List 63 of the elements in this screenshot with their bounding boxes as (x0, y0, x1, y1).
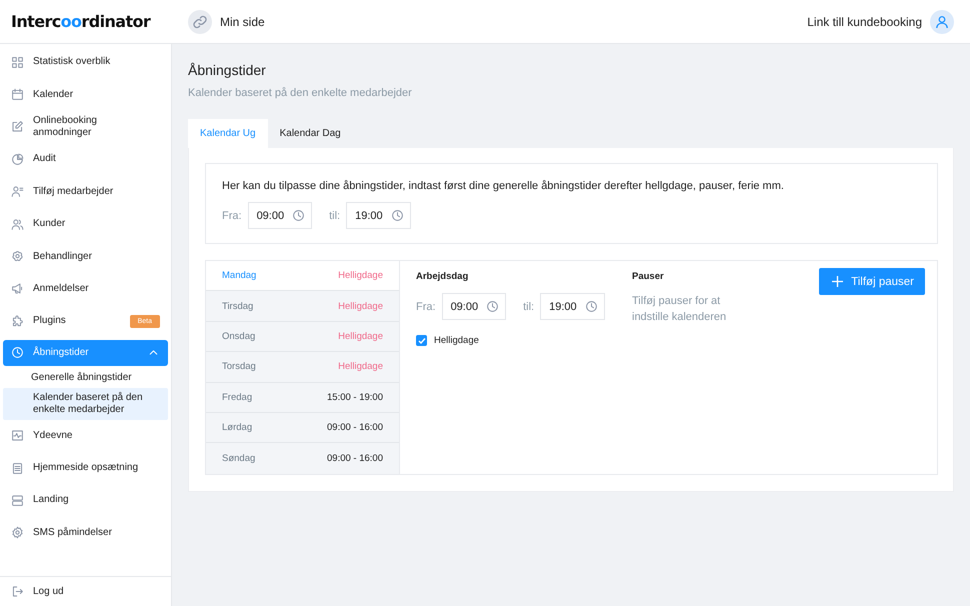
puzzle-icon (11, 314, 24, 328)
sidebar-item[interactable]: Hjemmeside opsætning (0, 452, 168, 484)
logout-icon (11, 585, 24, 598)
clock-icon (584, 300, 598, 313)
sidebar-item[interactable]: Kalender (0, 78, 168, 111)
settings-icon (11, 526, 24, 540)
page-subtitle: Kalender baseret på den enkelte medarbejder (188, 87, 413, 99)
time-field[interactable]: 09:00 (248, 202, 312, 229)
day-row[interactable]: Lørdag 09:00 - 16:00 (206, 412, 399, 444)
day-row[interactable]: Torsdag Helligdage (206, 352, 399, 383)
sidebar-item[interactable]: Audit (0, 143, 168, 176)
day-row[interactable]: Onsdag Helligdage (206, 322, 399, 352)
dashboard-icon (11, 56, 24, 69)
user-avatar-icon[interactable] (930, 10, 954, 34)
booking-link[interactable]: Link till kundebooking (807, 14, 922, 28)
sidebar-item[interactable]: Tilføj medarbejder (0, 176, 168, 208)
day-row[interactable]: Fredag 15:00 - 19:00 (206, 382, 399, 413)
day-row[interactable]: Tirsdag Helligdage (206, 291, 399, 322)
sidebar-item[interactable]: Kunder (0, 208, 168, 240)
server-icon (11, 494, 24, 507)
sidebar-item[interactable]: Anmeldelser (0, 272, 168, 306)
clock-icon (292, 209, 306, 222)
edit-icon (11, 120, 24, 134)
logout-item[interactable]: Log ud (0, 576, 171, 606)
page-link[interactable]: Min side (220, 14, 265, 28)
page-title: Åbningstider (188, 62, 267, 78)
logo[interactable]: Intercoordinator (11, 12, 150, 31)
intro-text: Her kan du tilpasse dine åbningstider, indtast først dine generelle åbningstider derefter hellgdage, pauser, ferie mm. (222, 180, 785, 192)
document-icon (11, 462, 24, 475)
activity-chart-icon (11, 429, 24, 442)
users-icon (11, 218, 24, 231)
tab[interactable]: Kalendar Dag (268, 119, 353, 148)
pie-chart-icon (11, 152, 24, 166)
day-row[interactable]: Søndag 09:00 - 16:00 (206, 443, 399, 474)
megaphone-icon (11, 282, 24, 296)
breaks-title: Pauser (632, 271, 665, 282)
from-label: Fra: (416, 300, 436, 312)
from-label: Fra: (222, 210, 242, 222)
flower-icon (11, 250, 24, 264)
to-label: til: (329, 210, 340, 222)
workday-title: Arbejdsdag (416, 271, 470, 282)
sidebar-item[interactable]: Behandlinger (0, 240, 168, 273)
submenu-item[interactable]: Kalender baseret på den enkelte medarbejder (3, 388, 168, 420)
link-icon[interactable] (188, 10, 212, 34)
clock-icon (390, 209, 404, 222)
calendar-icon (11, 88, 24, 102)
to-label: til: (523, 300, 534, 312)
checkbox[interactable] (416, 335, 427, 346)
breaks-empty-text: Tilføj pauser for at indstille kalenderen (632, 294, 728, 325)
plus-icon (832, 276, 844, 287)
sidebar-item[interactable]: SMS påmindelser (0, 516, 168, 550)
submenu-item[interactable]: Generelle åbningstider (0, 368, 171, 388)
sidebar-item[interactable]: Onlinebooking anmodninger (0, 110, 168, 144)
time-field[interactable]: 09:00 (442, 293, 506, 320)
time-field[interactable]: 19:00 (540, 293, 605, 320)
checkbox-label: Helligdage (434, 335, 479, 346)
clock-icon (11, 346, 24, 360)
sidebar-item[interactable]: Landing (0, 484, 168, 517)
user-list-icon (11, 185, 24, 198)
time-field[interactable]: 19:00 (346, 202, 411, 229)
sidebar-item[interactable]: Statistisk overblik (0, 46, 168, 78)
sidebar-item[interactable]: Ydeevne (0, 420, 168, 452)
clock-icon (486, 300, 500, 313)
